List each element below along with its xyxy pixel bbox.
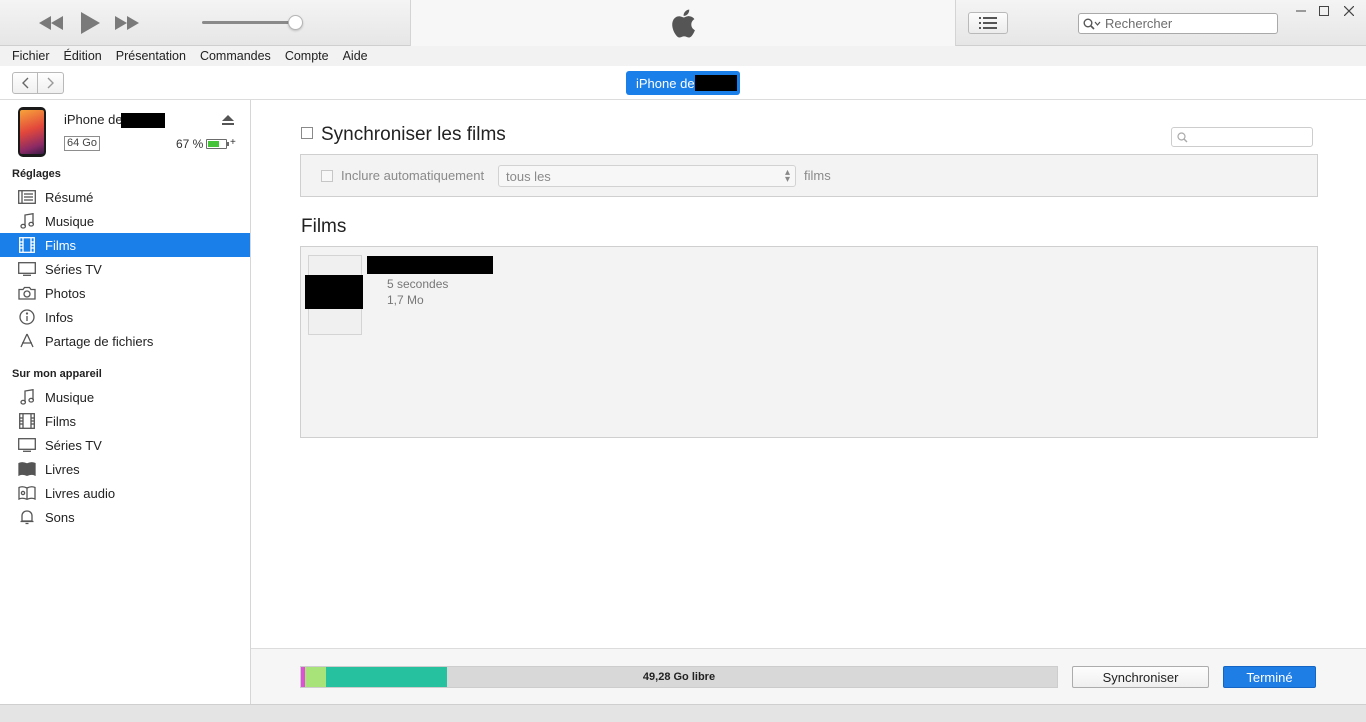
sidebar-item-films[interactable]: Films bbox=[0, 233, 250, 257]
play-button[interactable] bbox=[79, 10, 101, 36]
apps-icon bbox=[17, 332, 37, 350]
up-next-list-button[interactable] bbox=[968, 12, 1008, 34]
device-button[interactable]: iPhone de bbox=[626, 71, 740, 95]
audiobook-icon bbox=[17, 484, 37, 502]
maximize-icon bbox=[1319, 6, 1329, 16]
redacted-thumbnail bbox=[305, 275, 363, 309]
redacted-name bbox=[694, 75, 737, 91]
menu-edition[interactable]: Édition bbox=[64, 49, 102, 63]
select-chevron-icon: ▴ ▾ bbox=[784, 167, 790, 185]
volume-slider-knob[interactable] bbox=[288, 15, 303, 30]
film-duration: 5 secondes bbox=[387, 277, 449, 291]
films-list: 5 secondes 1,7 Mo bbox=[300, 246, 1318, 438]
sidebar-item-infos[interactable]: Infos bbox=[0, 305, 250, 329]
device-section-title: Sur mon appareil bbox=[12, 368, 102, 380]
tv-icon bbox=[17, 436, 37, 454]
search-field[interactable] bbox=[1078, 13, 1278, 34]
rewind-icon bbox=[39, 16, 63, 30]
sync-films-title: Synchroniser les films bbox=[321, 124, 506, 145]
synchronize-button[interactable]: Synchroniser bbox=[1072, 666, 1209, 688]
films-section-title: Films bbox=[301, 216, 347, 237]
music-note-icon bbox=[17, 212, 37, 230]
sidebar-item-partage-fichiers[interactable]: Partage de fichiers bbox=[0, 329, 250, 353]
book-icon bbox=[17, 460, 37, 478]
sidebar-item-device-livres-audio[interactable]: Livres audio bbox=[0, 481, 250, 505]
chevron-left-icon bbox=[22, 77, 29, 89]
iphone-thumbnail bbox=[18, 107, 46, 157]
film-icon bbox=[17, 412, 37, 430]
device-pill-label: iPhone de bbox=[636, 75, 695, 91]
volume-slider-track[interactable] bbox=[202, 21, 296, 24]
menu-compte[interactable]: Compte bbox=[285, 49, 329, 63]
minimize-icon bbox=[1296, 10, 1306, 12]
menu-aide[interactable]: Aide bbox=[343, 49, 368, 63]
redacted-film-title bbox=[367, 256, 493, 274]
storage-segment bbox=[325, 667, 447, 687]
menu-bar: Fichier Édition Présentation Commandes C… bbox=[0, 46, 1366, 66]
device-name: iPhone de bbox=[64, 112, 165, 129]
include-auto-checkbox[interactable] bbox=[321, 170, 333, 182]
camera-icon bbox=[17, 284, 37, 302]
capacity-badge: 64 Go bbox=[64, 136, 100, 151]
sidebar-item-resume[interactable]: Résumé bbox=[0, 185, 250, 209]
bell-icon bbox=[17, 508, 37, 526]
include-auto-select[interactable]: tous les ▴ ▾ bbox=[498, 165, 796, 187]
battery-icon bbox=[206, 139, 227, 149]
search-input[interactable] bbox=[1105, 16, 1265, 31]
search-icon bbox=[1083, 18, 1101, 30]
list-icon bbox=[979, 17, 997, 29]
settings-section-title: Réglages bbox=[12, 168, 61, 180]
include-auto-suffix: films bbox=[804, 168, 831, 183]
chevron-right-icon bbox=[47, 77, 54, 89]
music-note-icon bbox=[17, 388, 37, 406]
menu-fichier[interactable]: Fichier bbox=[12, 49, 50, 63]
info-icon bbox=[17, 308, 37, 326]
eject-icon bbox=[222, 115, 234, 125]
eject-button[interactable] bbox=[222, 113, 234, 131]
sidebar-item-series-tv[interactable]: Séries TV bbox=[0, 257, 250, 281]
sidebar: iPhone de 64 Go 67 % + Réglages Résumé M… bbox=[0, 100, 251, 704]
back-button[interactable] bbox=[12, 72, 38, 94]
player-bar bbox=[0, 0, 1366, 46]
done-button[interactable]: Terminé bbox=[1223, 666, 1316, 688]
film-size: 1,7 Mo bbox=[387, 293, 424, 307]
main-content: Synchroniser les films Inclure automatiq… bbox=[251, 100, 1366, 704]
films-search-field[interactable] bbox=[1171, 127, 1313, 147]
minimize-button[interactable] bbox=[1292, 2, 1310, 20]
sidebar-item-device-sons[interactable]: Sons bbox=[0, 505, 250, 529]
sidebar-item-device-films[interactable]: Films bbox=[0, 409, 250, 433]
tv-icon bbox=[17, 260, 37, 278]
sidebar-item-device-livres[interactable]: Livres bbox=[0, 457, 250, 481]
footer-bar: 49,28 Go libre Synchroniser Terminé bbox=[251, 648, 1366, 704]
films-search-input[interactable] bbox=[1192, 130, 1310, 144]
storage-segment bbox=[304, 667, 326, 687]
sidebar-item-musique[interactable]: Musique bbox=[0, 209, 250, 233]
fast-forward-icon bbox=[115, 16, 139, 30]
fast-forward-button[interactable] bbox=[114, 10, 140, 36]
include-options-panel: Inclure automatiquement tous les ▴ ▾ film… bbox=[300, 154, 1318, 197]
film-icon bbox=[17, 236, 37, 254]
navigation-bar: iPhone de bbox=[0, 66, 1366, 100]
sync-films-checkbox[interactable] bbox=[301, 127, 313, 139]
play-icon bbox=[81, 12, 100, 34]
storage-bar: 49,28 Go libre bbox=[300, 666, 1058, 688]
rewind-button[interactable] bbox=[38, 10, 64, 36]
maximize-button[interactable] bbox=[1315, 2, 1333, 20]
search-icon bbox=[1177, 131, 1188, 142]
forward-button[interactable] bbox=[38, 72, 64, 94]
close-button[interactable] bbox=[1340, 2, 1358, 20]
sidebar-item-device-series-tv[interactable]: Séries TV bbox=[0, 433, 250, 457]
sidebar-item-device-musique[interactable]: Musique bbox=[0, 385, 250, 409]
charging-indicator: + bbox=[230, 137, 236, 148]
include-auto-label: Inclure automatiquement bbox=[341, 168, 485, 183]
summary-icon bbox=[17, 188, 37, 206]
sidebar-item-photos[interactable]: Photos bbox=[0, 281, 250, 305]
menu-commandes[interactable]: Commandes bbox=[200, 49, 271, 63]
battery-percentage: 67 % bbox=[176, 137, 204, 151]
menu-presentation[interactable]: Présentation bbox=[116, 49, 186, 63]
redacted-name bbox=[120, 113, 165, 129]
status-bar bbox=[0, 704, 1366, 722]
close-icon bbox=[1344, 6, 1354, 16]
apple-logo-icon bbox=[669, 8, 696, 44]
